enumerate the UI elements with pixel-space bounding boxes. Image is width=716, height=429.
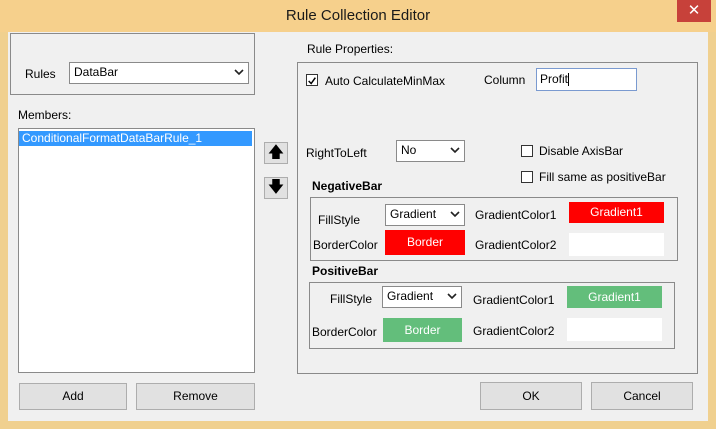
pos-fillstyle-value: Gradient: [387, 289, 434, 303]
neg-gradient2-swatch[interactable]: [569, 233, 664, 256]
chevron-down-icon: [450, 211, 460, 218]
close-button[interactable]: ✕: [677, 0, 711, 22]
pos-gradient1-swatch[interactable]: Gradient1: [567, 286, 662, 308]
pos-border-swatch[interactable]: Border: [383, 318, 462, 342]
move-down-button[interactable]: 🡇: [264, 177, 288, 199]
rules-select[interactable]: DataBar: [69, 62, 249, 84]
client-area: Rules DataBar Members: ConditionalFormat…: [8, 32, 708, 421]
negative-bar-label: NegativeBar: [312, 179, 383, 193]
fill-same-label: Fill same as positiveBar: [539, 170, 666, 184]
list-item[interactable]: ConditionalFormatDataBarRule_1: [19, 131, 252, 146]
chevron-down-icon: [450, 147, 460, 154]
rules-label: Rules: [25, 67, 56, 81]
title-bar: Rule Collection Editor ✕: [0, 0, 716, 32]
column-input[interactable]: Profit: [536, 68, 637, 91]
right-to-left-label: RightToLeft: [306, 146, 367, 160]
pos-gradient2-label: GradientColor2: [473, 324, 555, 338]
add-button[interactable]: Add: [19, 383, 127, 410]
chevron-down-icon: [234, 69, 244, 76]
window-title: Rule Collection Editor: [285, 7, 431, 24]
rules-select-value: DataBar: [74, 65, 119, 79]
move-up-button[interactable]: 🡅: [264, 142, 288, 164]
neg-border-swatch[interactable]: Border: [385, 230, 465, 255]
pos-gradient2-swatch[interactable]: [567, 318, 662, 341]
neg-fillstyle-label: FillStyle: [318, 213, 361, 227]
chevron-down-icon: [447, 293, 457, 300]
right-to-left-select[interactable]: No: [396, 140, 465, 162]
right-to-left-value: No: [401, 143, 417, 157]
disable-axisbar-checkbox[interactable]: [521, 145, 533, 157]
neg-gradient1-label: GradientColor1: [475, 208, 557, 222]
pos-bordercolor-label: BorderColor: [312, 325, 377, 339]
auto-calc-label: Auto CalculateMinMax: [325, 74, 446, 88]
column-label: Column: [484, 73, 526, 87]
positive-bar-label: PositiveBar: [312, 264, 379, 278]
arrow-down-icon: 🡇: [267, 179, 285, 196]
cancel-button[interactable]: Cancel: [591, 382, 693, 410]
pos-fillstyle-label: FillStyle: [330, 292, 373, 306]
check-icon: [308, 77, 316, 85]
remove-button[interactable]: Remove: [136, 383, 255, 410]
members-list[interactable]: ConditionalFormatDataBarRule_1: [18, 128, 255, 373]
neg-bordercolor-label: BorderColor: [313, 238, 378, 252]
arrow-up-icon: 🡅: [267, 144, 285, 161]
neg-fillstyle-select[interactable]: Gradient: [385, 204, 465, 226]
auto-calc-checkbox[interactable]: [306, 74, 318, 86]
disable-axisbar-label: Disable AxisBar: [539, 144, 624, 158]
pos-fillstyle-select[interactable]: Gradient: [382, 286, 462, 308]
close-icon: ✕: [687, 2, 701, 19]
rule-properties-label: Rule Properties:: [307, 42, 394, 56]
dialog-window: Rule Collection Editor ✕ Rules DataBar M…: [0, 0, 716, 429]
text-caret: [568, 73, 570, 87]
ok-button[interactable]: OK: [480, 382, 582, 410]
column-input-value: Profit: [540, 72, 569, 86]
members-label: Members:: [18, 108, 72, 122]
neg-gradient1-swatch[interactable]: Gradient1: [569, 202, 664, 223]
neg-fillstyle-value: Gradient: [390, 207, 437, 221]
fill-same-checkbox[interactable]: [521, 171, 533, 183]
pos-gradient1-label: GradientColor1: [473, 293, 555, 307]
neg-gradient2-label: GradientColor2: [475, 238, 557, 252]
